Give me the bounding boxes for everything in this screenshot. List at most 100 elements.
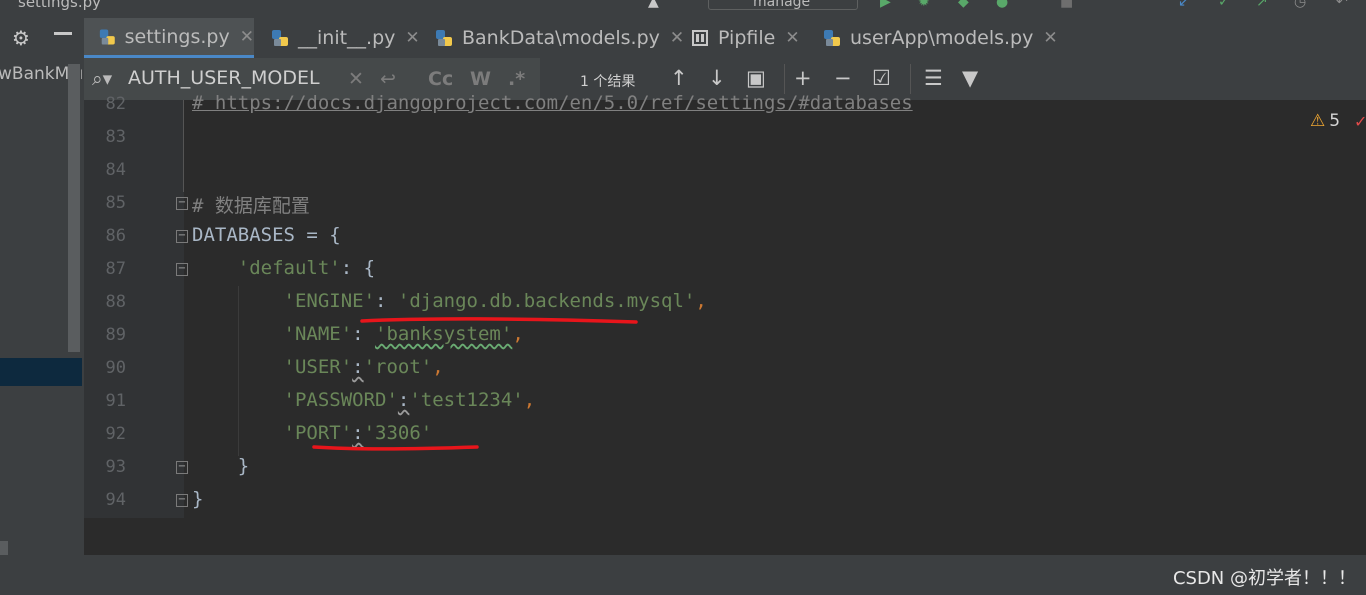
line-number: 88 bbox=[105, 292, 126, 312]
fold-marker[interactable]: − bbox=[176, 230, 188, 243]
tab-pipfile[interactable]: Pipfile ✕ bbox=[690, 18, 800, 58]
line-number: 82 bbox=[105, 94, 126, 114]
line-number: 84 bbox=[105, 160, 126, 180]
close-icon[interactable]: ✕ bbox=[670, 28, 684, 48]
run-icon[interactable]: ▶ bbox=[880, 0, 891, 10]
line-number: 87 bbox=[105, 259, 126, 279]
closing-brace: } bbox=[192, 488, 204, 510]
fold-marker[interactable]: − bbox=[176, 197, 188, 210]
search-query[interactable]: AUTH_USER_MODEL bbox=[128, 67, 320, 89]
clear-icon[interactable]: ✕ bbox=[348, 68, 364, 90]
warning-count: 5 bbox=[1329, 111, 1341, 131]
editor-gutter bbox=[84, 100, 184, 518]
rollback-icon[interactable]: ↶ bbox=[1336, 0, 1348, 10]
code-line: 'USER':'root', bbox=[283, 356, 444, 378]
close-icon[interactable]: ✕ bbox=[240, 27, 254, 47]
dict-value: 'test1234' bbox=[409, 389, 524, 411]
warning-icon: ⚠ bbox=[1310, 111, 1326, 131]
remove-occurrence-icon[interactable]: − bbox=[834, 66, 852, 90]
tab-settings-py[interactable]: settings.py ✕ bbox=[84, 18, 254, 58]
filter-lines-icon[interactable]: ☰ bbox=[924, 66, 943, 90]
line-number: 93 bbox=[105, 457, 126, 477]
code-line: 'NAME': 'banksystem', bbox=[283, 323, 524, 345]
minimize-icon[interactable] bbox=[54, 32, 72, 35]
match-case-toggle[interactable]: Cc bbox=[428, 68, 453, 90]
user-icon[interactable]: ▲ bbox=[648, 0, 659, 10]
code-line: # 数据库配置 bbox=[192, 191, 310, 218]
project-horizontal-scrollbar[interactable] bbox=[0, 541, 8, 555]
debug-icon[interactable]: ✹ bbox=[918, 0, 930, 10]
filter-icon[interactable]: ▼ bbox=[962, 66, 978, 90]
tab-label: Pipfile bbox=[718, 27, 776, 49]
python-file-icon bbox=[272, 30, 288, 46]
watermark: CSDN @初学者！！！ bbox=[1172, 568, 1356, 589]
search-icon[interactable]: ⌕▾ bbox=[92, 68, 112, 90]
dict-key: 'PORT' bbox=[283, 422, 353, 444]
python-file-icon bbox=[436, 30, 452, 46]
dict-value: 'django.db.backends.mysql' bbox=[397, 290, 696, 312]
arrow-down-icon[interactable]: ↓ bbox=[708, 66, 726, 90]
stop-icon[interactable]: ■ bbox=[1060, 0, 1073, 10]
code-line: 'PORT':'3306' bbox=[283, 422, 433, 444]
project-tree-selected-row[interactable] bbox=[0, 358, 82, 386]
tab-bankdata-models[interactable]: BankData\models.py ✕ bbox=[434, 18, 684, 58]
code-line: # https://docs.djangoproject.com/en/5.0/… bbox=[192, 92, 913, 114]
tab-label: userApp\models.py bbox=[850, 27, 1034, 49]
line-number: 90 bbox=[105, 358, 126, 378]
dict-key: 'ENGINE' bbox=[283, 290, 376, 312]
line-number: 89 bbox=[105, 325, 126, 345]
editor-bottom-area bbox=[84, 518, 1366, 555]
gear-icon[interactable]: ⚙ bbox=[12, 26, 30, 50]
tab-userapp-models[interactable]: userApp\models.py ✕ bbox=[822, 18, 1058, 58]
closing-brace: } bbox=[237, 455, 250, 477]
inspection-widget[interactable]: ⚠ 5 bbox=[1310, 111, 1340, 131]
editor-tab-bar: settings.py ✕ __init__.py ✕ BankData\mod… bbox=[84, 18, 1366, 59]
dict-key: 'PASSWORD' bbox=[283, 389, 398, 411]
vcs-update-icon[interactable]: ↙ bbox=[1178, 0, 1190, 10]
window-title: settings.py bbox=[18, 0, 101, 11]
close-icon[interactable]: ✕ bbox=[785, 28, 799, 48]
vcs-commit-icon[interactable]: ✓ bbox=[1218, 0, 1230, 10]
line-number: 94 bbox=[105, 490, 126, 510]
pipfile-icon bbox=[692, 30, 708, 46]
project-panel: ⚙ wBankMar bbox=[0, 18, 84, 555]
close-icon[interactable]: ✕ bbox=[405, 28, 419, 48]
fold-marker[interactable]: − bbox=[176, 263, 188, 276]
fold-marker[interactable]: − bbox=[176, 461, 188, 474]
comment-text: # 数据库配置 bbox=[192, 195, 310, 217]
code-line: DATABASES = { bbox=[192, 224, 341, 246]
tab-init-py[interactable]: __init__.py ✕ bbox=[270, 18, 420, 58]
select-all-icon[interactable]: ☑ bbox=[872, 66, 891, 90]
coverage-icon[interactable]: ◆ bbox=[958, 0, 969, 10]
status-bar: CSDN @初学者！！！ bbox=[0, 555, 1366, 595]
dict-value: 'root' bbox=[363, 356, 433, 378]
check-icon[interactable]: ✓ bbox=[1354, 112, 1366, 131]
run-config-label: manage bbox=[753, 0, 811, 10]
run-config-selector[interactable]: manage bbox=[708, 0, 858, 10]
tab-label: __init__.py bbox=[298, 27, 396, 49]
python-file-icon bbox=[99, 29, 115, 44]
project-scrollbar[interactable] bbox=[68, 64, 80, 352]
whole-word-toggle[interactable]: W bbox=[470, 68, 491, 90]
dict-value: 'banksystem' bbox=[375, 323, 513, 345]
close-icon[interactable]: ✕ bbox=[1043, 28, 1057, 48]
toolbar-separator bbox=[910, 64, 911, 94]
profile-icon[interactable]: ● bbox=[996, 0, 1008, 10]
regex-toggle[interactable]: .* bbox=[508, 68, 525, 90]
line-number: 92 bbox=[105, 424, 126, 444]
code-line: 'PASSWORD':'test1234', bbox=[283, 389, 536, 411]
code-line: } bbox=[192, 488, 203, 510]
new-line-icon[interactable]: ↩ bbox=[380, 68, 396, 90]
databases-decl: DATABASES = { bbox=[192, 224, 341, 246]
arrow-up-icon[interactable]: ↑ bbox=[670, 66, 688, 90]
comment-url[interactable]: # https://docs.djangoproject.com/en/5.0/… bbox=[192, 92, 913, 114]
code-line: } bbox=[192, 455, 249, 477]
line-number: 83 bbox=[105, 127, 126, 147]
fold-marker[interactable]: − bbox=[176, 494, 188, 507]
history-icon[interactable]: ◷ bbox=[1294, 0, 1306, 10]
vcs-push-icon[interactable]: ↗ bbox=[1256, 0, 1268, 10]
add-occurrence-icon[interactable]: + bbox=[794, 66, 812, 90]
code-line: 'default': { bbox=[192, 257, 375, 279]
search-result-count: 1 个结果 bbox=[580, 74, 636, 90]
select-all-occurrences-icon[interactable]: ▣ bbox=[746, 66, 766, 90]
